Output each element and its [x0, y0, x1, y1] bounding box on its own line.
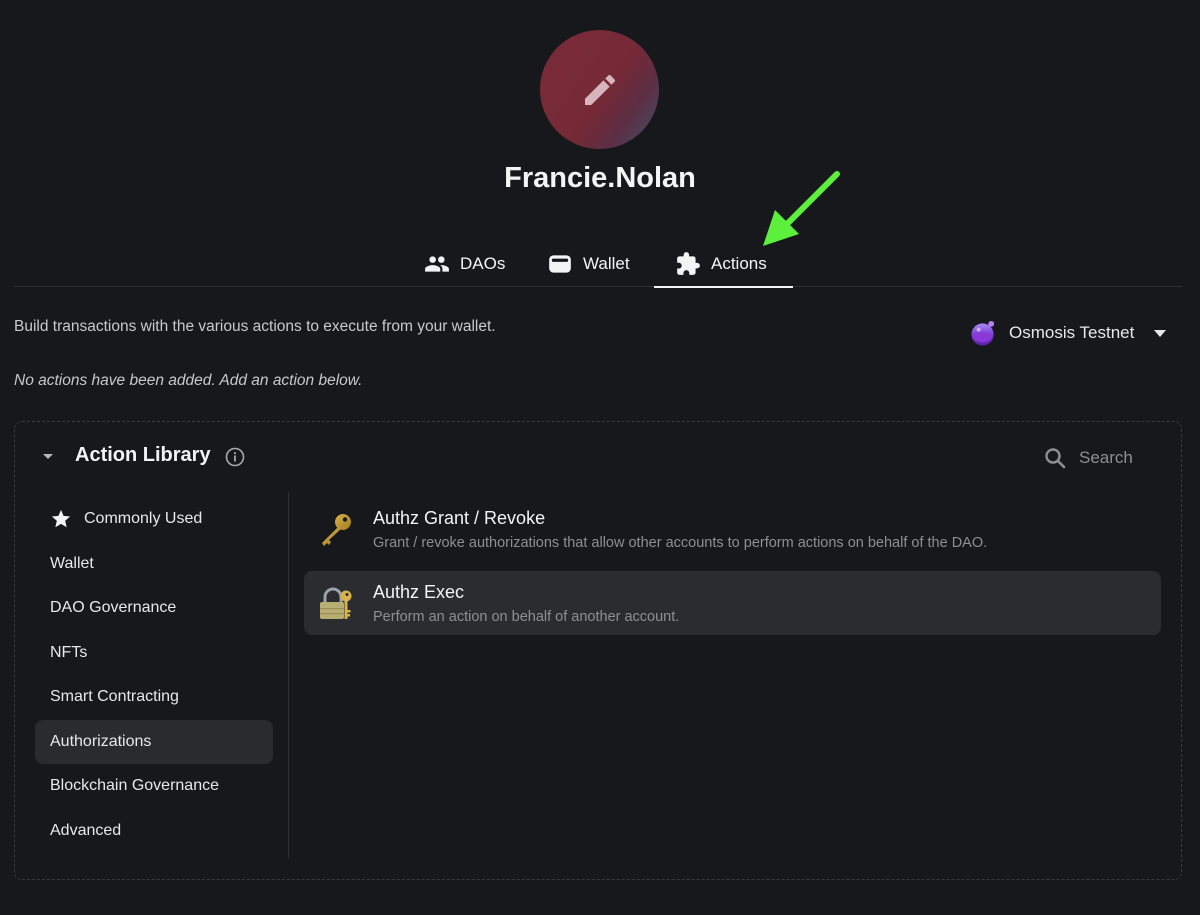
search-icon — [1045, 448, 1066, 469]
action-description: Grant / revoke authorizations that allow… — [373, 534, 988, 551]
annotation-arrow — [763, 171, 840, 246]
collapse-toggle-icon[interactable] — [43, 454, 53, 459]
category-commonly-used[interactable]: Commonly Used — [35, 497, 273, 542]
category-label: Wallet — [50, 554, 94, 572]
search-placeholder: Search — [1079, 448, 1133, 467]
info-icon[interactable] — [225, 447, 245, 467]
puzzle-icon — [677, 251, 700, 275]
users-icon — [425, 255, 449, 272]
profile-tabs: DAOs Wallet Actions — [14, 240, 1182, 288]
category-wallet[interactable]: Wallet — [35, 542, 273, 587]
actions-description: Build transactions with the various acti… — [14, 318, 496, 335]
action-list: Authz Grant / Revoke Grant / revoke auth… — [304, 497, 1161, 645]
category-label: Authorizations — [50, 732, 152, 750]
category-blockchain-governance[interactable]: Blockchain Governance — [35, 764, 273, 809]
tab-wallet[interactable]: Wallet — [547, 240, 630, 287]
chevron-down-icon — [1154, 329, 1167, 337]
action-title: Authz Exec — [373, 581, 465, 602]
category-divider — [288, 492, 289, 858]
action-library: Action Library Search Commonly Used Wall… — [14, 421, 1182, 880]
star-icon — [51, 510, 71, 528]
profile-avatar[interactable] — [540, 30, 659, 149]
chain-selector[interactable]: Osmosis Testnet — [970, 318, 1167, 348]
tab-actions[interactable]: Actions — [654, 240, 793, 288]
category-label: Advanced — [50, 821, 122, 839]
lock-with-key-icon — [320, 587, 352, 619]
osmosis-logo-icon — [971, 320, 995, 346]
tab-actions-label: Actions — [711, 253, 767, 273]
action-search-input[interactable]: Search — [1043, 442, 1173, 474]
profile-name: Francie.Nolan — [504, 162, 696, 194]
category-label: DAO Governance — [50, 599, 177, 617]
empty-actions-message: No actions have been added. Add an actio… — [14, 372, 363, 389]
tab-wallet-label: Wallet — [583, 253, 630, 273]
category-nfts[interactable]: NFTs — [35, 631, 273, 676]
action-library-title: Action Library — [75, 444, 211, 466]
tab-daos-label: DAOs — [460, 253, 506, 273]
action-authz-exec[interactable]: Authz Exec Perform an action on behalf o… — [304, 571, 1161, 635]
category-label: Blockchain Governance — [50, 777, 219, 795]
category-label: Commonly Used — [84, 510, 203, 528]
key-icon — [322, 514, 351, 546]
category-label: NFTs — [50, 643, 88, 661]
category-label: Smart Contracting — [50, 688, 179, 706]
category-advanced[interactable]: Advanced — [35, 809, 273, 854]
action-title: Authz Grant / Revoke — [373, 507, 546, 528]
category-list: Commonly Used Wallet DAO Governance NFTs… — [35, 497, 273, 853]
pencil-icon — [584, 74, 615, 105]
wallet-icon — [549, 254, 571, 273]
category-dao-governance[interactable]: DAO Governance — [35, 586, 273, 631]
action-description: Perform an action on behalf of another a… — [373, 608, 680, 625]
category-smart-contracting[interactable]: Smart Contracting — [35, 675, 273, 720]
category-authorizations[interactable]: Authorizations — [35, 719, 273, 764]
tab-daos[interactable]: DAOs — [424, 240, 505, 287]
action-authz-grant-revoke[interactable]: Authz Grant / Revoke Grant / revoke auth… — [304, 497, 1161, 561]
chain-selector-label: Osmosis Testnet — [1009, 323, 1135, 342]
